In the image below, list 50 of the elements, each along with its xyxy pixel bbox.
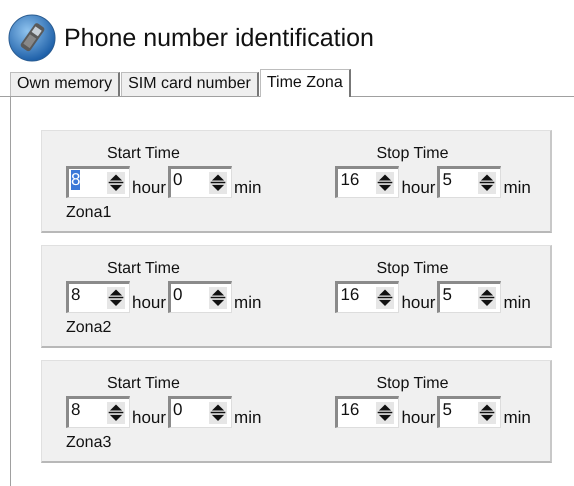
spinner-arrows-icon[interactable]	[209, 287, 228, 309]
zone-label: Zona1	[66, 204, 112, 222]
unit-label: min	[234, 178, 262, 198]
group-title: Stop Time	[376, 375, 448, 393]
group-title: Start Time	[107, 145, 180, 163]
spin-field[interactable]: 8	[66, 166, 130, 198]
group-title: Stop Time	[376, 145, 448, 163]
zone-label: Zona3	[66, 434, 112, 452]
spin-field[interactable]: 0	[168, 396, 232, 428]
spinner-arrows-icon[interactable]	[478, 402, 496, 424]
phone-icon	[8, 14, 56, 62]
unit-label: hour	[401, 178, 436, 198]
spin-field[interactable]: 16	[335, 396, 400, 428]
group-title: Start Time	[107, 260, 180, 278]
tab[interactable]: Time Zona	[260, 69, 351, 97]
unit-label: hour	[132, 293, 166, 313]
unit-label: min	[503, 293, 531, 313]
unit-label: hour	[401, 408, 436, 428]
spin-field[interactable]: 5	[437, 396, 502, 428]
unit-label: min	[503, 178, 531, 198]
group-title: Stop Time	[376, 260, 448, 278]
spinner-arrows-icon[interactable]	[376, 287, 394, 309]
spinner-arrows-icon[interactable]	[107, 172, 125, 194]
unit-label: min	[234, 293, 262, 313]
spin-field[interactable]: 8	[66, 281, 130, 313]
spin-field[interactable]: 5	[437, 281, 502, 313]
page-title: Phone number identification	[64, 24, 374, 52]
spin-field[interactable]: 8	[66, 396, 130, 428]
unit-label: hour	[401, 293, 436, 313]
group-title: Start Time	[107, 375, 180, 393]
unit-label: min	[234, 408, 262, 428]
spinner-arrows-icon[interactable]	[478, 172, 496, 194]
zone-label: Zona2	[66, 319, 112, 337]
spinner-arrows-icon[interactable]	[107, 287, 125, 309]
spinner-arrows-icon[interactable]	[376, 172, 394, 194]
tab[interactable]: SIM card number	[121, 72, 259, 96]
unit-label: min	[503, 408, 531, 428]
unit-label: hour	[132, 408, 166, 428]
spinner-arrows-icon[interactable]	[209, 402, 228, 424]
unit-label: hour	[132, 178, 166, 198]
spinner-arrows-icon[interactable]	[107, 402, 125, 424]
spin-field[interactable]: 16	[335, 281, 400, 313]
spin-field[interactable]: 16	[335, 166, 400, 198]
spin-field[interactable]: 0	[168, 281, 232, 313]
spin-field[interactable]: 0	[168, 166, 232, 198]
spinner-arrows-icon[interactable]	[376, 402, 394, 424]
tab[interactable]: Own memory	[10, 72, 120, 96]
spinner-arrows-icon[interactable]	[478, 287, 496, 309]
spin-field[interactable]: 5	[437, 166, 502, 198]
spinner-arrows-icon[interactable]	[209, 172, 228, 194]
